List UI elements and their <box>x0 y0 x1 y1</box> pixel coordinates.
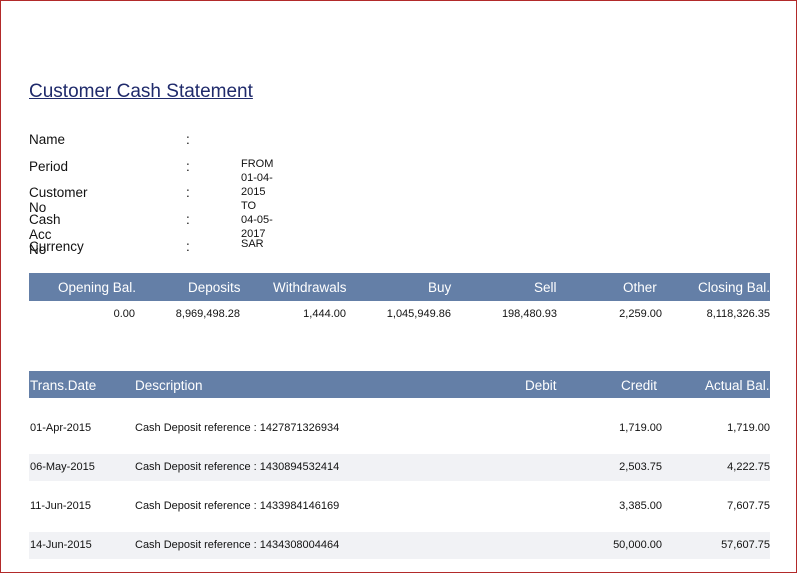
summary-value: 8,969,498.28 <box>175 308 240 320</box>
info-colon: : <box>186 212 190 228</box>
info-label: Name <box>29 132 66 147</box>
summary-value: 198,480.93 <box>501 308 557 320</box>
trans-credit: 50,000.00 <box>613 539 662 551</box>
table-row: 06-May-2015 Cash Deposit reference : 143… <box>29 454 770 481</box>
trans-date: 01-Apr-2015 <box>30 422 92 434</box>
summary-header-cell: Opening Bal. <box>58 280 137 295</box>
trans-date: 06-May-2015 <box>30 461 95 473</box>
info-colon: : <box>186 132 190 147</box>
info-label: Customer No <box>29 185 88 216</box>
summary-header-cell: Sell <box>534 280 557 295</box>
table-row: 11-Jun-2015 Cash Deposit reference : 143… <box>29 493 770 520</box>
trans-date: 11-Jun-2015 <box>30 500 91 512</box>
trans-header-cell: Actual Bal. <box>705 378 770 393</box>
statement-page: Customer Cash Statement Name : Period : … <box>0 0 797 573</box>
trans-date: 14-Jun-2015 <box>30 539 92 551</box>
trans-description: Cash Deposit reference : 1430894532414 <box>135 461 340 473</box>
trans-header-cell: Trans.Date <box>30 378 97 393</box>
info-value: FROM 01-04-2015 TO 04-05-2017 <box>241 157 274 240</box>
trans-credit: 2,503.75 <box>619 461 662 473</box>
summary-values: 0.00 8,969,498.28 1,444.00 1,045,949.86 … <box>29 308 770 324</box>
trans-description: Cash Deposit reference : 1427871326934 <box>135 422 340 434</box>
trans-balance: 4,222.75 <box>727 461 770 473</box>
trans-description: Cash Deposit reference : 1434308004464 <box>135 539 340 551</box>
summary-value: 1,444.00 <box>303 308 346 320</box>
trans-header-cell: Description <box>135 378 203 393</box>
summary-value: 1,045,949.86 <box>386 308 451 320</box>
info-label: Currency <box>29 238 84 254</box>
info-label: Period <box>29 158 69 174</box>
summary-header-cell: Other <box>623 280 657 295</box>
trans-balance: 1,719.00 <box>727 422 770 434</box>
statement-title: Customer Cash Statement <box>29 81 253 102</box>
trans-description: Cash Deposit reference : 1433984146169 <box>135 500 340 512</box>
trans-balance: 57,607.75 <box>721 539 770 551</box>
trans-balance: 7,607.75 <box>727 500 770 512</box>
trans-header-cell: Debit <box>525 378 557 393</box>
trans-header-cell: Credit <box>621 378 658 393</box>
transactions-header: Trans.Date Description Debit Credit Actu… <box>29 371 770 398</box>
summary-header: Opening Bal. Deposits Withdrawals Buy Se… <box>29 273 770 301</box>
summary-header-cell: Closing Bal. <box>698 280 771 295</box>
summary-header-cell: Buy <box>428 280 452 295</box>
table-row: 01-Apr-2015 Cash Deposit reference : 142… <box>29 415 770 442</box>
summary-header-cell: Withdrawals <box>273 280 347 295</box>
info-colon: : <box>186 185 190 201</box>
summary-header-cell: Deposits <box>188 280 241 295</box>
info-colon: : <box>186 158 190 174</box>
trans-credit: 3,385.00 <box>619 500 662 512</box>
summary-value: 8,118,326.35 <box>706 308 770 320</box>
summary-value: 0.00 <box>113 308 135 320</box>
trans-credit: 1,719.00 <box>619 422 662 434</box>
table-row: 14-Jun-2015 Cash Deposit reference : 143… <box>29 532 770 559</box>
summary-value: 2,259.00 <box>619 308 662 320</box>
info-value: SAR <box>241 237 264 250</box>
info-colon: : <box>186 238 190 254</box>
